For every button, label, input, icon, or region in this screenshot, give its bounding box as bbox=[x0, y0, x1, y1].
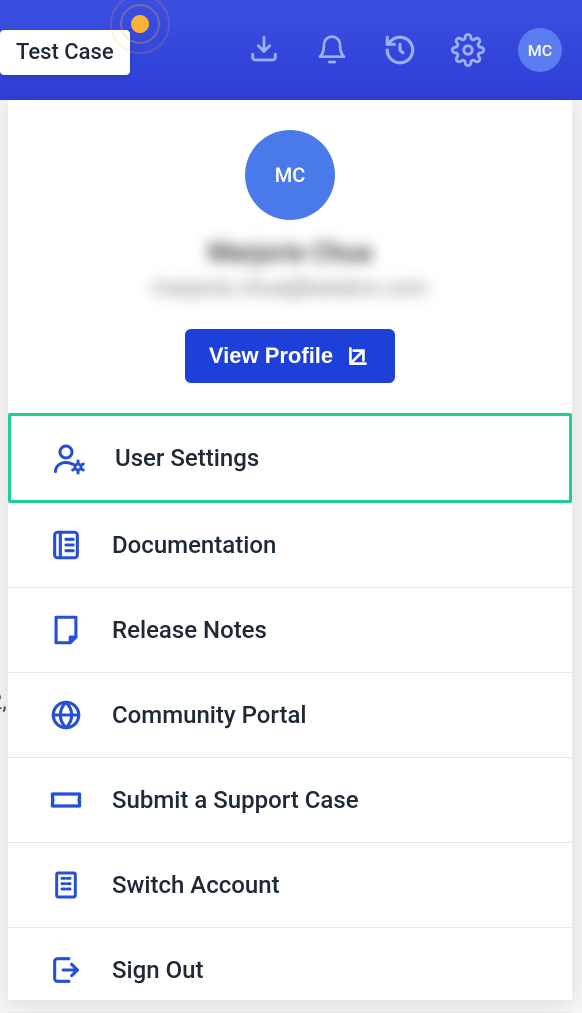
attention-indicator bbox=[110, 0, 170, 54]
user-email: marjorie.chua@katalon.com bbox=[152, 276, 428, 301]
tab-label: Test Case bbox=[16, 40, 114, 65]
app-header: Test Case MC bbox=[0, 0, 582, 100]
menu-label: Submit a Support Case bbox=[112, 786, 359, 814]
menu-item-user-settings[interactable]: User Settings bbox=[8, 413, 572, 503]
ticket-icon bbox=[48, 782, 84, 818]
globe-icon bbox=[48, 697, 84, 733]
user-dropdown: MC Marjorie Chua marjorie.chua@katalon.c… bbox=[8, 100, 572, 1000]
sign-out-icon bbox=[48, 952, 84, 988]
bell-icon[interactable] bbox=[314, 32, 350, 68]
avatar-large: MC bbox=[245, 130, 335, 220]
avatar-small[interactable]: MC bbox=[518, 28, 562, 72]
menu-item-community-portal[interactable]: Community Portal bbox=[8, 673, 572, 758]
menu-label: Switch Account bbox=[112, 871, 280, 899]
background-fragment: 2, bbox=[0, 690, 7, 715]
user-settings-icon bbox=[51, 440, 87, 476]
menu-label: Sign Out bbox=[112, 956, 203, 984]
view-profile-label: View Profile bbox=[209, 343, 333, 369]
menu-label: User Settings bbox=[115, 444, 259, 472]
download-icon[interactable] bbox=[246, 32, 282, 68]
menu-item-release-notes[interactable]: Release Notes bbox=[8, 588, 572, 673]
header-toolbar: MC bbox=[246, 28, 562, 72]
menu-item-sign-out[interactable]: Sign Out bbox=[8, 928, 572, 1013]
building-icon bbox=[48, 867, 84, 903]
release-notes-icon bbox=[48, 612, 84, 648]
view-profile-button[interactable]: View Profile bbox=[185, 329, 395, 383]
menu-label: Community Portal bbox=[112, 701, 307, 729]
menu-item-support-case[interactable]: Submit a Support Case bbox=[8, 758, 572, 843]
avatar-initials: MC bbox=[275, 163, 306, 187]
gear-icon[interactable] bbox=[450, 32, 486, 68]
avatar-initials: MC bbox=[528, 41, 552, 60]
user-menu: User Settings Documentation Release Note… bbox=[8, 413, 572, 1013]
documentation-icon bbox=[48, 527, 84, 563]
history-icon[interactable] bbox=[382, 32, 418, 68]
external-link-icon bbox=[345, 343, 371, 369]
menu-label: Documentation bbox=[112, 531, 276, 559]
user-name: Marjorie Chua bbox=[208, 238, 372, 268]
menu-item-switch-account[interactable]: Switch Account bbox=[8, 843, 572, 928]
profile-section: MC Marjorie Chua marjorie.chua@katalon.c… bbox=[8, 100, 572, 413]
menu-label: Release Notes bbox=[112, 616, 267, 644]
menu-item-documentation[interactable]: Documentation bbox=[8, 503, 572, 588]
